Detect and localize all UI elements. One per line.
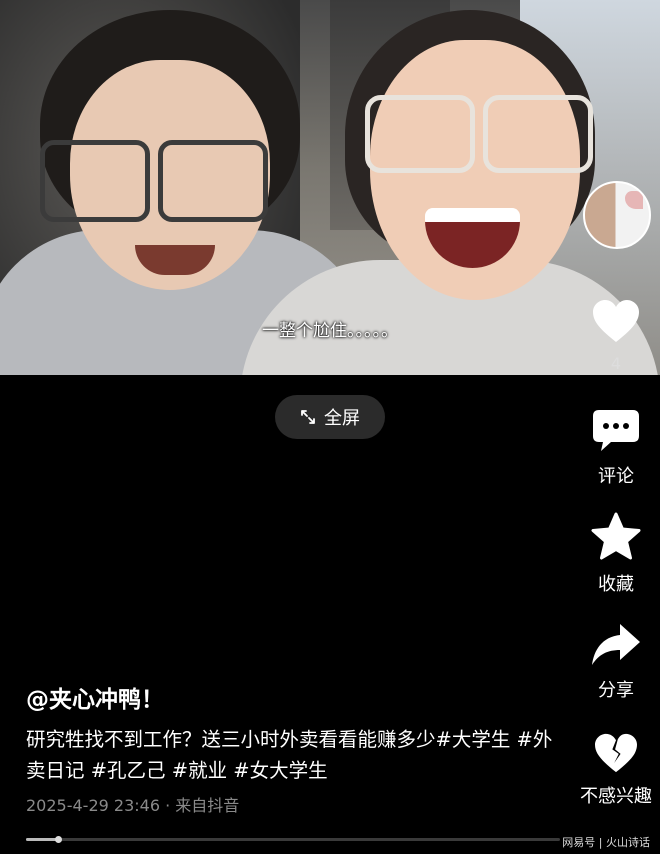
- heart-icon: [591, 300, 641, 348]
- progress-handle[interactable]: [55, 836, 63, 843]
- video-subtitle: 一整个尬住。。。。。: [262, 321, 398, 341]
- fullscreen-button[interactable]: 全屏: [275, 395, 385, 439]
- person-right-glasses: [365, 95, 595, 175]
- progress-fill: [26, 838, 59, 841]
- comment-bubble-icon: [591, 410, 641, 458]
- expand-arrows-icon: [300, 409, 316, 425]
- post-meta: 2025-4-29 23:46 · 来自抖音: [26, 796, 240, 815]
- avatar-cat-ear: [625, 191, 643, 209]
- share-arrow-icon: [590, 624, 642, 672]
- comment-button[interactable]: 评论: [576, 408, 656, 488]
- not-interested-button[interactable]: 不感兴趣: [576, 732, 656, 808]
- like-count: 4: [610, 354, 622, 373]
- post-description[interactable]: 研究牲找不到工作？送三小时外卖看看能赚多少#大学生 #外卖日记 #孔乙己 #就业…: [26, 724, 556, 786]
- comment-label: 评论: [598, 466, 634, 487]
- collect-button[interactable]: 收藏: [576, 512, 656, 596]
- star-icon: [590, 512, 642, 566]
- like-button[interactable]: 4: [576, 298, 656, 373]
- person-left-glasses: [40, 140, 270, 222]
- not-interested-label: 不感兴趣: [580, 786, 652, 807]
- collect-label: 收藏: [598, 574, 634, 595]
- fullscreen-label: 全屏: [324, 408, 360, 429]
- progress-bar[interactable]: [26, 836, 560, 843]
- watermark: 网易号 | 火山诗话: [562, 836, 650, 849]
- share-label: 分享: [598, 680, 634, 701]
- author-avatar[interactable]: [583, 181, 651, 249]
- author-name[interactable]: @夹心冲鸭！: [26, 680, 164, 714]
- broken-heart-icon: [593, 733, 639, 778]
- video-player[interactable]: 一整个尬住。。。。。: [0, 0, 660, 375]
- share-button[interactable]: 分享: [576, 620, 656, 702]
